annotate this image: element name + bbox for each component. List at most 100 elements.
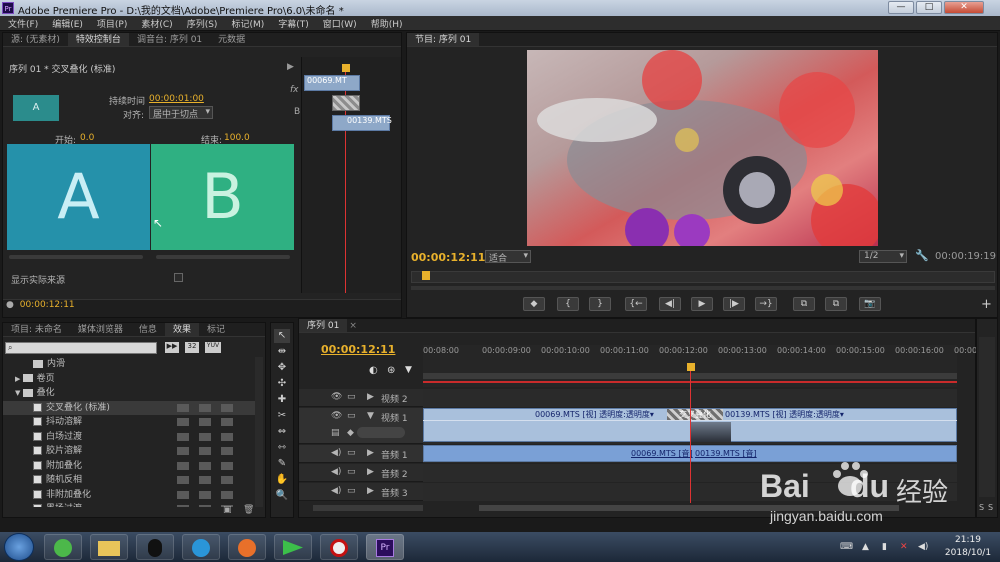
lock-icon[interactable]: ▭ bbox=[347, 392, 356, 402]
tray-battery-icon[interactable]: ▮ bbox=[882, 542, 887, 552]
accelerated-effects-icon[interactable]: ▶▶ bbox=[165, 342, 179, 353]
32bit-effects-icon[interactable]: 32 bbox=[185, 342, 199, 353]
close-button[interactable]: ✕ bbox=[944, 1, 984, 14]
track-header-scrollbar[interactable] bbox=[313, 505, 423, 511]
menu-file[interactable]: 文件(F) bbox=[0, 16, 44, 30]
expand-arrow-icon[interactable]: ▶ bbox=[367, 467, 374, 477]
tab-info[interactable]: 信息 bbox=[131, 323, 165, 336]
tray-volume-icon[interactable]: ◀) bbox=[918, 542, 928, 552]
selection-tool-icon[interactable]: ↖ bbox=[274, 329, 290, 343]
pen-tool-icon[interactable]: ✎ bbox=[274, 457, 290, 471]
extract-button[interactable]: ⧉ bbox=[825, 297, 847, 311]
wrench-icon[interactable]: 🔧 bbox=[915, 249, 929, 262]
ripple-edit-tool-icon[interactable]: ✥ bbox=[274, 361, 290, 375]
keyframe-icon[interactable]: ◆ bbox=[347, 428, 354, 438]
expand-arrow-icon[interactable]: ▶ bbox=[15, 375, 23, 383]
tab-audio-mixer[interactable]: 调音台: 序列 01 bbox=[129, 33, 210, 46]
menu-sequence[interactable]: 序列(S) bbox=[179, 16, 224, 30]
effect-item[interactable]: 非附加叠化 bbox=[3, 488, 259, 503]
add-marker-icon[interactable]: ▼ bbox=[405, 365, 412, 375]
preview-a[interactable]: A bbox=[7, 144, 150, 250]
rolling-edit-tool-icon[interactable]: ✣ bbox=[274, 377, 290, 391]
menu-edit[interactable]: 编辑(E) bbox=[44, 16, 89, 30]
program-zoom-bar[interactable] bbox=[411, 286, 995, 290]
fit-select[interactable]: 适合 ▾ bbox=[485, 250, 531, 264]
timeline-timecode[interactable]: 00:00:12:11 bbox=[321, 343, 395, 356]
transition-thumbnail[interactable]: A bbox=[13, 95, 59, 121]
razor-tool-icon[interactable]: ✂ bbox=[274, 409, 290, 423]
effect-item[interactable]: 黑场过渡 bbox=[3, 502, 259, 507]
menu-title[interactable]: 字幕(T) bbox=[270, 16, 315, 30]
resolution-select[interactable]: 1/2 ▾ bbox=[859, 250, 907, 263]
step-back-button[interactable]: ◀| bbox=[659, 297, 681, 311]
effect-timecode[interactable]: 00:00:12:11 bbox=[20, 300, 75, 310]
tab-effect-controls[interactable]: 特效控制台 bbox=[67, 33, 129, 46]
rate-stretch-tool-icon[interactable]: ✚ bbox=[274, 393, 290, 407]
tab-program[interactable]: 节目: 序列 01 bbox=[407, 33, 480, 46]
lock-icon[interactable]: ▭ bbox=[347, 448, 356, 458]
expand-arrow-icon[interactable]: ▼ bbox=[15, 389, 23, 397]
end-slider[interactable] bbox=[156, 255, 290, 259]
tab-markers[interactable]: 标记 bbox=[199, 323, 233, 336]
effects-search-input[interactable]: ⌕ bbox=[5, 342, 157, 354]
menu-clip[interactable]: 素材(C) bbox=[133, 16, 178, 30]
effects-folder[interactable]: ▼ 叠化 bbox=[3, 386, 259, 401]
effect-item[interactable]: 附加叠化 bbox=[3, 459, 259, 474]
video-frame[interactable] bbox=[527, 50, 878, 246]
menu-project[interactable]: 项目(P) bbox=[89, 16, 133, 30]
effect-item[interactable]: 抖动溶解 bbox=[3, 415, 259, 430]
collapse-arrow-icon[interactable]: ▼ bbox=[367, 411, 374, 421]
export-frame-button[interactable]: 📷 bbox=[859, 297, 881, 311]
taskbar-qq[interactable] bbox=[136, 534, 174, 560]
eye-icon[interactable]: 👁 bbox=[331, 411, 342, 421]
new-bin-icon[interactable]: ▣ bbox=[223, 505, 232, 515]
menu-window[interactable]: 窗口(W) bbox=[315, 16, 363, 30]
link-icon[interactable]: ⊛ bbox=[387, 365, 395, 376]
lock-icon[interactable]: ▭ bbox=[347, 411, 356, 421]
minimize-button[interactable]: — bbox=[888, 1, 914, 14]
effect-item[interactable]: 白场过渡 bbox=[3, 430, 259, 445]
keyframe-nav[interactable] bbox=[357, 427, 405, 438]
effect-item[interactable]: 随机反相 bbox=[3, 473, 259, 488]
effects-folder[interactable]: 内滑 bbox=[3, 357, 259, 372]
playhead-marker-icon[interactable] bbox=[342, 64, 350, 72]
collapse-arrow-icon[interactable]: ▶ bbox=[287, 62, 294, 72]
lock-icon[interactable]: ▭ bbox=[347, 486, 356, 496]
speaker-icon[interactable]: ◀) bbox=[331, 448, 341, 458]
expand-arrow-icon[interactable]: ▶ bbox=[367, 448, 374, 458]
clock-time[interactable]: 21:19 bbox=[948, 535, 988, 545]
effect-item[interactable]: 交叉叠化 (标准) bbox=[3, 400, 259, 415]
taskbar-firefox[interactable] bbox=[228, 534, 266, 560]
taskbar-app-green[interactable] bbox=[274, 534, 312, 560]
taskbar-premiere[interactable]: Pr bbox=[366, 534, 404, 560]
yuv-effects-icon[interactable]: YUV bbox=[205, 342, 221, 353]
track-select-tool-icon[interactable]: ⇹ bbox=[274, 345, 290, 359]
maximize-button[interactable]: □ bbox=[916, 1, 942, 14]
mark-in-button[interactable]: { bbox=[557, 297, 579, 311]
menu-help[interactable]: 帮助(H) bbox=[363, 16, 409, 30]
lock-icon[interactable]: ▭ bbox=[347, 467, 356, 477]
expand-arrow-icon[interactable]: ▶ bbox=[367, 486, 374, 496]
preview-b[interactable]: B bbox=[151, 144, 294, 250]
go-to-out-button[interactable]: →} bbox=[755, 297, 777, 311]
mark-out-button[interactable]: } bbox=[589, 297, 611, 311]
v1-transition[interactable]: 交叉叠化 bbox=[667, 409, 723, 420]
tab-effects[interactable]: 效果 bbox=[164, 323, 199, 336]
start-slider[interactable] bbox=[9, 255, 143, 259]
slide-tool-icon[interactable]: ⇿ bbox=[274, 441, 290, 455]
expand-arrow-icon[interactable]: ▶ bbox=[367, 392, 374, 402]
mini-clip-a[interactable]: 00069.MT bbox=[304, 75, 360, 91]
tab-sequence-01[interactable]: 序列 01 bbox=[299, 319, 348, 332]
mini-clip-b[interactable]: 00139.MTS bbox=[332, 115, 392, 131]
mini-transition[interactable] bbox=[332, 95, 360, 111]
tab-project[interactable]: 项目: 未命名 bbox=[3, 323, 70, 336]
tab-metadata[interactable]: 元数据 bbox=[210, 33, 253, 46]
effects-folder[interactable]: ▶ 卷页 bbox=[3, 372, 259, 387]
display-style-icon[interactable]: ▤ bbox=[331, 428, 340, 438]
align-select[interactable]: 居中于切点 ▾ bbox=[149, 106, 213, 120]
zoom-tool-icon[interactable]: 🔍 bbox=[274, 489, 290, 503]
effects-scrollbar[interactable] bbox=[255, 357, 263, 507]
close-tab-icon[interactable]: × bbox=[347, 321, 357, 331]
step-forward-button[interactable]: |▶ bbox=[723, 297, 745, 311]
hand-tool-icon[interactable]: ✋ bbox=[274, 473, 290, 487]
